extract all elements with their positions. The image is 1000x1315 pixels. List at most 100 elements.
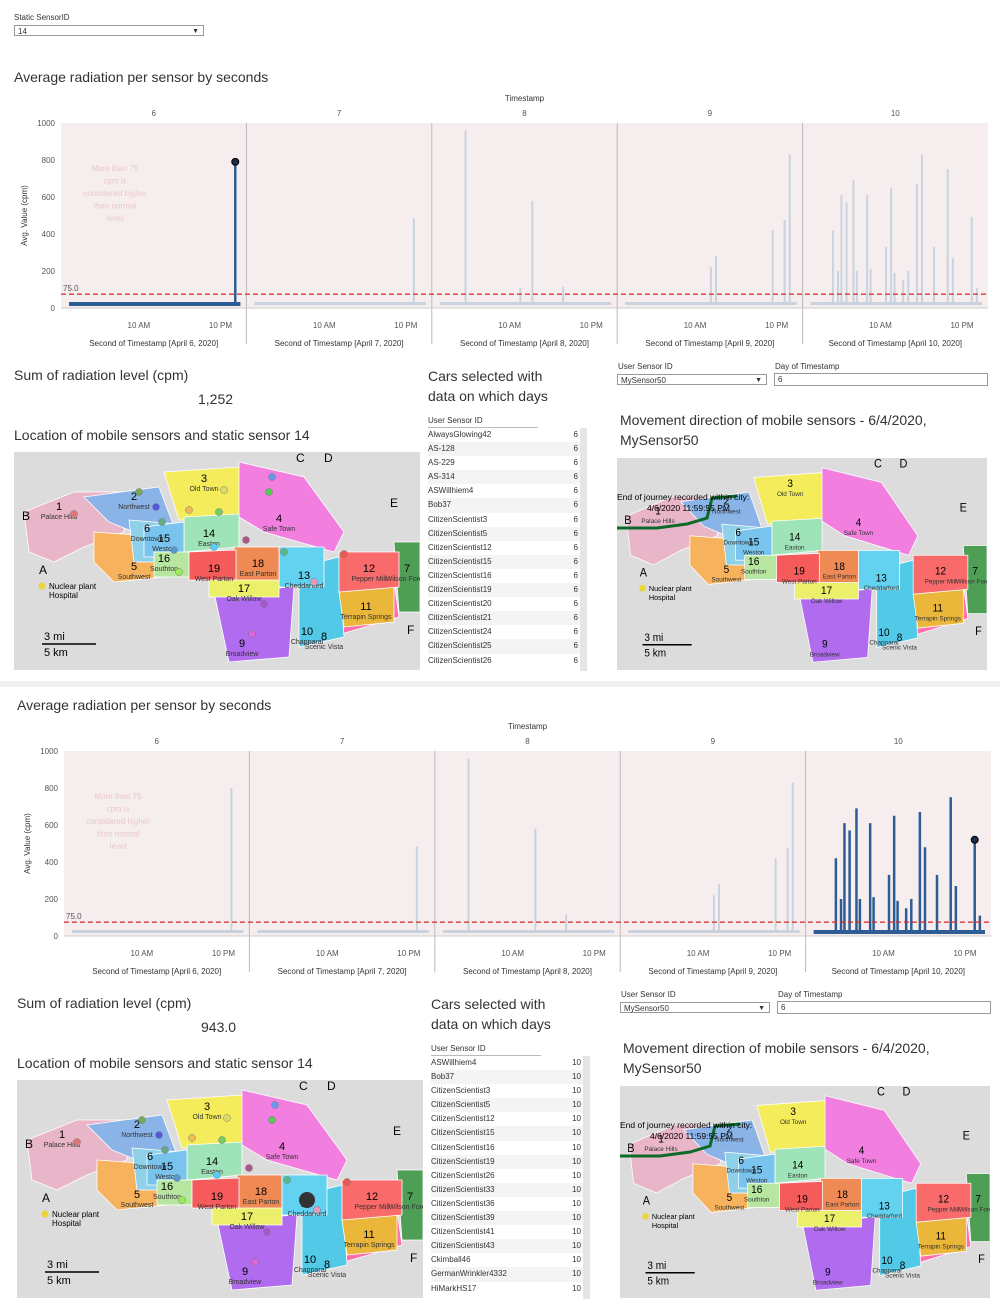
annotation-text: More than 75 — [94, 792, 142, 801]
list-item[interactable]: AS-128 6 — [428, 442, 586, 457]
region-number: 16 — [158, 553, 170, 565]
region-number: 9 — [239, 638, 245, 650]
static-sensor-label: Static SensorID — [14, 13, 70, 22]
region-number: 14 — [792, 1160, 803, 1171]
region-number: 14 — [206, 1156, 218, 1168]
legend-hospital: Hospital — [49, 591, 78, 600]
list-item[interactable]: AlwaysGlowing42 6 — [428, 428, 586, 442]
list-item[interactable]: ASWillhiem4 10 — [431, 1056, 589, 1070]
column-header: Timestamp — [508, 722, 548, 731]
list-item[interactable]: CitizenScientist12 6 — [428, 541, 586, 555]
x-tick-label: 10 PM — [768, 949, 791, 958]
map-letter: D — [903, 1086, 911, 1098]
list-item[interactable]: CitizenScientist15 6 — [428, 554, 586, 569]
chevron-down-icon: ▼ — [192, 28, 199, 35]
region-number: 10 — [304, 1254, 316, 1266]
list-item[interactable]: CitizenScientist39 10 — [431, 1211, 589, 1226]
list-item[interactable]: CitizenScientist25 6 — [428, 639, 586, 654]
map-letter: F — [975, 626, 982, 638]
list-item[interactable]: CitizenScientist3 6 — [428, 513, 586, 527]
region-name: Southwest — [121, 1202, 154, 1209]
column-label: 7 — [337, 109, 342, 118]
list-item[interactable]: CitizenScientist26 6 — [428, 654, 586, 668]
list-item[interactable]: CitizenScientist36 10 — [431, 1197, 589, 1211]
list-item[interactable]: CitizenScientist26 10 — [431, 1169, 589, 1183]
day-input[interactable]: 6 — [777, 1001, 991, 1014]
list-item[interactable]: Bob37 10 — [431, 1070, 589, 1085]
region-name: Terrapin Springs — [344, 1242, 395, 1249]
map-letter: F — [978, 1254, 985, 1266]
x-tick-label: 10 AM — [501, 949, 524, 958]
days-value: 10 — [572, 1227, 581, 1237]
list-item[interactable]: CitizenScientist21 6 — [428, 611, 586, 626]
location-map[interactable]: 1 Palace Hills 2 Northwest 3 Old Town 4 Safe To… — [17, 1080, 423, 1298]
day-label: Day of Timestamp — [775, 362, 840, 371]
user-sensor-select[interactable]: MySensor50 ▼ — [617, 374, 767, 385]
x-tick-label: 10 AM — [684, 321, 707, 330]
days-value: 6 — [573, 655, 578, 665]
y-tick-label: 800 — [45, 784, 59, 793]
sensor-dot — [268, 1116, 276, 1124]
x-tick-label: 10 PM — [953, 949, 976, 958]
list-item[interactable]: Bob37 6 — [428, 498, 586, 513]
cars-title-line-1: Cars selected with — [431, 996, 546, 1012]
scale-km: 5 km — [644, 648, 666, 659]
map-letter: A — [39, 563, 47, 577]
list-item[interactable]: CitizenScientist43 10 — [431, 1239, 589, 1254]
sensor-id: CitizenScientist21 — [428, 613, 492, 623]
sensor-dot — [161, 1146, 169, 1154]
region-number: 1 — [59, 1129, 65, 1141]
list-item[interactable]: CitizenScientist12 10 — [431, 1112, 589, 1126]
cars-list[interactable]: User Sensor ID AlwaysGlowing42 6 AS-128 6 AS… — [428, 415, 586, 671]
list-scrollbar[interactable] — [583, 1056, 590, 1299]
map-letter: B — [627, 1143, 634, 1155]
list-item[interactable]: CitizenScientist5 6 — [428, 526, 586, 541]
list-item[interactable]: HiMarkHS17 10 — [431, 1282, 589, 1296]
region-name: Southton — [150, 566, 178, 573]
sensor-id: HiMarkHS17 — [431, 1283, 477, 1293]
list-item[interactable]: CitizenScientist20 6 — [428, 597, 586, 611]
map-letter: F — [410, 1251, 417, 1265]
region-name: Broadview — [226, 651, 260, 658]
region-number: 18 — [255, 1186, 267, 1198]
list-item[interactable]: ASWillhiem4 6 — [428, 484, 586, 498]
list-item[interactable]: CitizenScientist5 10 — [431, 1098, 589, 1113]
sum-value: 1,252 — [198, 391, 234, 407]
list-item[interactable]: CitizenScientist24 6 — [428, 625, 586, 639]
chart-title: Average radiation per sensor by seconds — [14, 69, 269, 85]
list-item[interactable]: CitizenScientist15 10 — [431, 1126, 589, 1141]
list-item[interactable]: CitizenScientist16 6 — [428, 569, 586, 583]
column-label: 6 — [154, 737, 159, 746]
region-number: 19 — [211, 1191, 223, 1203]
region-number: 6 — [735, 528, 741, 539]
movement-map[interactable]: 1 Palace Hills 2 Northwest 3 Old Town 4 Safe To… — [617, 458, 987, 670]
movement-map[interactable]: 1 Palace Hills 2 Northwest 3 Old Town 4 Safe To… — [620, 1086, 990, 1298]
list-item[interactable]: CitizenScientist33 10 — [431, 1182, 589, 1197]
cars-list[interactable]: User Sensor ID ASWillhiem4 10 Bob37 10 Citiz… — [431, 1043, 589, 1299]
annotation-text: considered higher — [86, 817, 150, 826]
static-sensor-select[interactable]: 14 ▼ — [14, 25, 204, 36]
day-input[interactable]: 6 — [774, 373, 988, 386]
x-tick-label: 10 AM — [313, 321, 336, 330]
region-number: 13 — [879, 1201, 890, 1212]
list-item[interactable]: AS-229 6 — [428, 456, 586, 470]
y-tick-label: 0 — [54, 932, 59, 941]
sensor-id: AlwaysGlowing42 — [428, 430, 492, 439]
scale-km: 5 km — [47, 1275, 71, 1287]
list-item[interactable]: Ckimball46 10 — [431, 1253, 589, 1267]
list-item[interactable]: AS-314 6 — [428, 470, 586, 485]
list-item[interactable]: CitizenScientist16 10 — [431, 1141, 589, 1155]
list-item[interactable]: CitizenScientist19 6 — [428, 583, 586, 598]
chart-background — [64, 751, 991, 936]
list-item[interactable]: CitizenScientist19 10 — [431, 1154, 589, 1169]
movement-title-line-2: MySensor50 — [620, 432, 699, 448]
list-item[interactable]: CitizenScientist3 10 — [431, 1084, 589, 1098]
list-scrollbar[interactable] — [580, 428, 587, 671]
location-map[interactable]: 1 Palace Hills 2 Northwest 3 Old Town 4 Safe To… — [14, 452, 420, 670]
sensor-id: CitizenScientist16 — [428, 570, 492, 580]
region-number: 7 — [972, 566, 978, 577]
user-sensor-select[interactable]: MySensor50 ▼ — [620, 1002, 770, 1013]
list-item[interactable]: GermanWrinkler4332 10 — [431, 1267, 589, 1282]
list-item[interactable]: CitizenScientist41 10 — [431, 1225, 589, 1239]
sensor-id: CitizenScientist26 — [431, 1170, 495, 1180]
